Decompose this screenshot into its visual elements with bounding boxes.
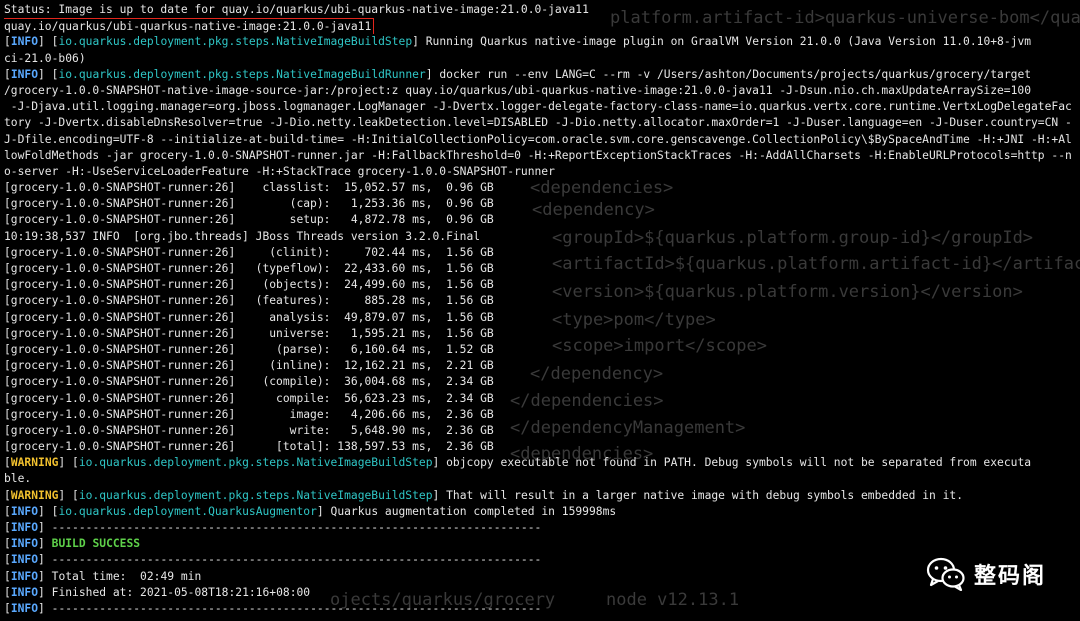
terminal-line: [grocery-1.0.0-SNAPSHOT-runner:26] (feat… <box>4 293 1078 309</box>
log-message: [grocery-1.0.0-SNAPSHOT-runner:26] (inli… <box>4 359 494 373</box>
log-message: ble. <box>4 472 32 486</box>
terminal-line: [grocery-1.0.0-SNAPSHOT-runner:26] (cap)… <box>4 196 1078 212</box>
log-level: INFO <box>10 537 39 551</box>
terminal-line: [grocery-1.0.0-SNAPSHOT-runner:26] [tota… <box>4 439 1078 455</box>
terminal-line: [INFO] BUILD SUCCESS <box>4 537 141 551</box>
log-message: [grocery-1.0.0-SNAPSHOT-runner:26] setup… <box>4 213 494 227</box>
log-message: Running Quarkus native-image plugin on G… <box>418 35 1032 49</box>
terminal-line: [grocery-1.0.0-SNAPSHOT-runner:26] (type… <box>4 261 1078 277</box>
log-message: [grocery-1.0.0-SNAPSHOT-runner:26] image… <box>4 407 494 421</box>
log-message: ----------------------------------------… <box>44 601 542 615</box>
log-message: 10:19:38,537 INFO [org.jbo.threads] JBos… <box>4 229 481 243</box>
terminal-line: [grocery-1.0.0-SNAPSHOT-runner:26] write… <box>4 423 1078 439</box>
watermark-text: 整码阁 <box>973 564 1046 589</box>
terminal-line: [INFO] ---------------------------------… <box>4 521 542 534</box>
terminal-line: 10:19:38,537 INFO [org.jbo.threads] JBos… <box>4 229 1078 245</box>
log-message: [grocery-1.0.0-SNAPSHOT-runner:26] (obje… <box>4 278 494 292</box>
terminal-line: [grocery-1.0.0-SNAPSHOT-runner:26] (inli… <box>4 358 1078 374</box>
highlighted-image-name: quay.io/quarkus/ubi-quarkus-native-image… <box>4 18 375 35</box>
log-level: INFO <box>10 521 39 534</box>
log-message: Finished at: 2021-05-08T18:21:16+08:00 <box>44 585 311 599</box>
log-message: [grocery-1.0.0-SNAPSHOT-runner:26] analy… <box>4 310 494 324</box>
log-class: io.quarkus.deployment.QuarkusAugmentor <box>58 504 317 518</box>
terminal-line: tory -J-Dvertx.disableDnsResolver=true -… <box>4 116 1072 130</box>
terminal-line: [grocery-1.0.0-SNAPSHOT-runner:26] analy… <box>4 310 1078 326</box>
log-level: INFO <box>10 585 39 599</box>
terminal-line: [grocery-1.0.0-SNAPSHOT-runner:26] image… <box>4 407 1078 423</box>
terminal-line: Status: Image is up to date for quay.io/… <box>4 2 1078 18</box>
terminal-line: [WARNING] [io.quarkus.deployment.pkg.ste… <box>4 488 964 502</box>
log-level: INFO <box>10 569 39 583</box>
terminal-line: o-server -H:-UseServiceLoaderFeature -H:… <box>4 164 555 178</box>
log-message: Quarkus augmentation completed in 159998… <box>323 504 617 518</box>
terminal-line: lowFoldMethods -jar grocery-1.0.0-SNAPSH… <box>4 148 1072 162</box>
log-message: [grocery-1.0.0-SNAPSHOT-runner:26] write… <box>4 423 494 437</box>
terminal-output[interactable]: Status: Image is up to date for quay.io/… <box>4 2 1078 621</box>
terminal-line: [grocery-1.0.0-SNAPSHOT-runner:26] (pars… <box>4 342 1078 358</box>
build-success: BUILD SUCCESS <box>51 537 141 551</box>
log-message: ----------------------------------------… <box>44 521 542 534</box>
log-class: io.quarkus.deployment.pkg.steps.NativeIm… <box>58 35 413 49</box>
log-message: docker run --env LANG=C --rm -v /Users/a… <box>432 67 1032 81</box>
terminal-line: quay.io/quarkus/ubi-quarkus-native-image… <box>4 18 1078 35</box>
terminal-line: [grocery-1.0.0-SNAPSHOT-runner:26] (comp… <box>4 374 1078 390</box>
terminal-line: [grocery-1.0.0-SNAPSHOT-runner:26] (obje… <box>4 277 1078 293</box>
log-level: WARNING <box>10 488 59 502</box>
log-message: [grocery-1.0.0-SNAPSHOT-runner:26] compi… <box>4 391 494 405</box>
log-level: WARNING <box>10 456 59 470</box>
log-message: [grocery-1.0.0-SNAPSHOT-runner:26] (cap)… <box>4 197 494 211</box>
watermark: 整码阁 <box>926 557 1046 591</box>
terminal-line: [INFO] [io.quarkus.deployment.QuarkusAug… <box>4 504 617 518</box>
log-message: ----------------------------------------… <box>44 553 542 567</box>
terminal-line: /grocery-1.0.0-SNAPSHOT-native-image-sou… <box>4 83 1078 99</box>
log-class: io.quarkus.deployment.pkg.steps.NativeIm… <box>78 488 433 502</box>
log-level: INFO <box>10 601 39 615</box>
log-message: [grocery-1.0.0-SNAPSHOT-runner:26] unive… <box>4 326 494 340</box>
log-message: [grocery-1.0.0-SNAPSHOT-runner:26] (pars… <box>4 342 494 356</box>
log-message: [grocery-1.0.0-SNAPSHOT-runner:26] (clin… <box>4 245 494 259</box>
terminal-line: [grocery-1.0.0-SNAPSHOT-runner:26] setup… <box>4 212 1078 228</box>
terminal-line: [WARNING] [io.quarkus.deployment.pkg.ste… <box>4 456 1032 470</box>
terminal-line: [INFO] ---------------------------------… <box>4 601 542 615</box>
terminal-line: [INFO] Total time: 02:49 min <box>4 569 202 583</box>
log-level: INFO <box>10 67 39 81</box>
terminal-line: ble. <box>4 471 1078 487</box>
terminal-line: [grocery-1.0.0-SNAPSHOT-runner:26] (clin… <box>4 245 1078 261</box>
wechat-icon <box>926 557 965 591</box>
terminal-line: [INFO] ---------------------------------… <box>4 553 542 567</box>
log-message: [grocery-1.0.0-SNAPSHOT-runner:26] (type… <box>4 262 494 275</box>
log-message: /grocery-1.0.0-SNAPSHOT-native-image-sou… <box>4 83 1031 97</box>
terminal-line: ci-21.0-b06) <box>4 51 1078 67</box>
terminal-line: [grocery-1.0.0-SNAPSHOT-runner:26] unive… <box>4 326 1078 342</box>
terminal-line: -J-Djava.util.logging.manager=org.jboss.… <box>4 100 1072 114</box>
log-level: INFO <box>10 504 39 518</box>
log-message: quay.io/quarkus/ubi-quarkus-native-image… <box>4 20 372 34</box>
log-message: [grocery-1.0.0-SNAPSHOT-runner:26] class… <box>4 181 494 195</box>
log-message: objcopy executable not found in PATH. De… <box>439 456 1032 470</box>
log-message: Total time: 02:49 min <box>44 569 202 583</box>
log-class: io.quarkus.deployment.pkg.steps.NativeIm… <box>78 456 433 470</box>
log-message: [grocery-1.0.0-SNAPSHOT-runner:26] (comp… <box>4 375 494 389</box>
terminal-line: J-Dfile.encoding=UTF-8 --initialize-at-b… <box>4 132 1072 146</box>
terminal-line: [grocery-1.0.0-SNAPSHOT-runner:26] class… <box>4 180 1078 196</box>
log-message: [grocery-1.0.0-SNAPSHOT-runner:26] (feat… <box>4 294 494 308</box>
log-message: ci-21.0-b06) <box>4 51 86 65</box>
log-level: INFO <box>10 553 39 567</box>
terminal-line: [INFO] [io.quarkus.deployment.pkg.steps.… <box>4 67 1032 81</box>
terminal-line: [INFO] Finished at: 2021-05-08T18:21:16+… <box>4 585 311 599</box>
log-message: That will result in a larger native imag… <box>439 488 964 502</box>
log-level: INFO <box>10 35 39 49</box>
terminal-line: [grocery-1.0.0-SNAPSHOT-runner:26] compi… <box>4 391 1078 407</box>
log-message: [grocery-1.0.0-SNAPSHOT-runner:26] [tota… <box>4 440 494 454</box>
log-message: Status: Image is up to date for quay.io/… <box>4 3 589 16</box>
log-class: io.quarkus.deployment.pkg.steps.NativeIm… <box>58 67 426 81</box>
terminal-line: [INFO] [io.quarkus.deployment.pkg.steps.… <box>4 35 1032 49</box>
